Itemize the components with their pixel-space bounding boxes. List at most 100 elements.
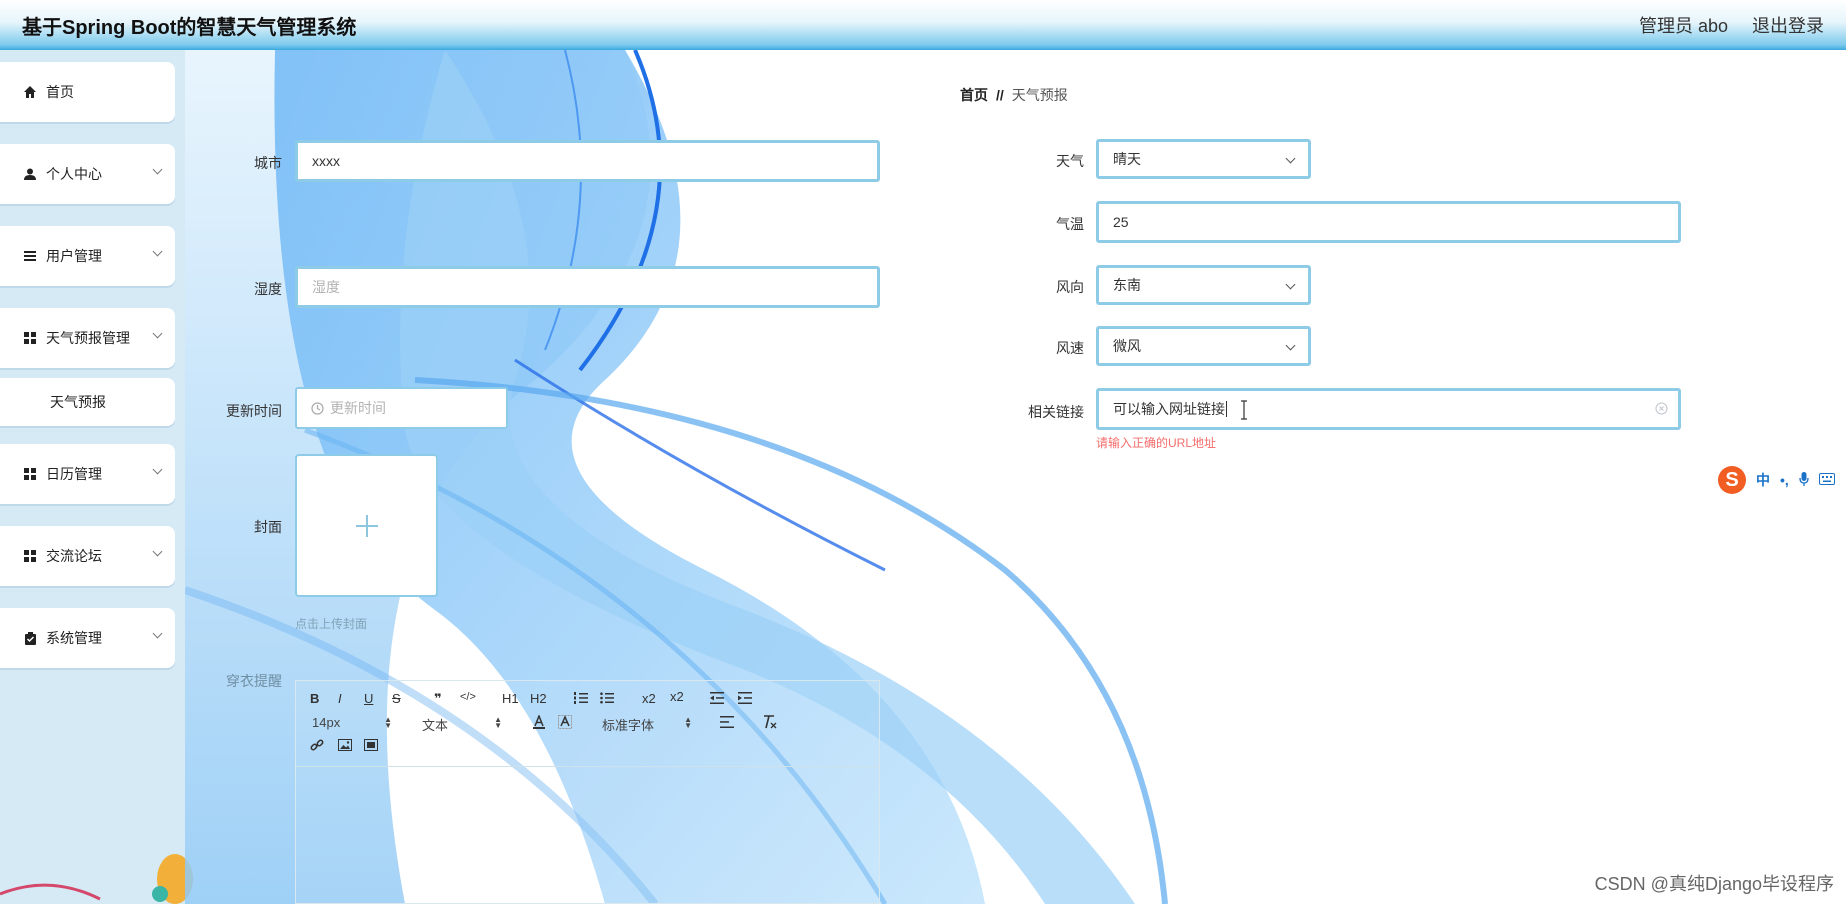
city-input[interactable]: xxxx xyxy=(295,140,880,182)
clock-icon xyxy=(311,401,324,415)
video-icon[interactable] xyxy=(364,739,378,754)
temperature-value: 25 xyxy=(1113,214,1129,230)
microphone-icon[interactable] xyxy=(1799,471,1809,489)
sidebar-item-label: 日历管理 xyxy=(46,466,102,482)
logout-button[interactable]: 退出登录 xyxy=(1752,12,1824,38)
outdent-icon[interactable] xyxy=(710,692,724,707)
link-input[interactable]: 可以输入网址链接 xyxy=(1096,388,1681,430)
wind-speed-value: 微风 xyxy=(1113,338,1141,354)
watermark: CSDN @真纯Django毕设程序 xyxy=(1594,874,1834,894)
user-name[interactable]: 管理员 abo xyxy=(1639,12,1728,38)
link-error: 请输入正确的URL地址 xyxy=(1096,436,1217,450)
up-down-icon: ▲ ▼ xyxy=(494,715,502,730)
font-family-value: 标准字体 xyxy=(602,718,655,733)
city-label: 城市 xyxy=(254,155,282,171)
font-family-select[interactable]: 标准字体 ▲ ▼ xyxy=(602,715,692,734)
punctuation-icon[interactable]: •, xyxy=(1780,472,1789,488)
italic-button[interactable]: I xyxy=(338,691,342,706)
sidebar-item-calendar[interactable]: 日历管理 xyxy=(0,444,175,504)
font-size-select[interactable]: 14px ▲ ▼ xyxy=(312,715,392,730)
sidebar-subitem-weather-forecast[interactable]: 天气预报 xyxy=(0,378,175,426)
app-title: 基于Spring Boot的智慧天气管理系统 xyxy=(22,16,357,39)
weather-select[interactable]: 晴天 xyxy=(1096,139,1311,179)
update-time-placeholder: 更新时间 xyxy=(330,400,386,416)
chevron-down-icon xyxy=(1285,279,1296,290)
clipboard-icon xyxy=(22,631,38,645)
sidebar: 首页 个人中心 用户管理 天气预报管理 天气预报 日历管理 交流论坛 系统管理 xyxy=(0,50,193,904)
subscript-button[interactable]: x2 xyxy=(642,691,656,706)
ime-toolbar[interactable]: S 中 •, xyxy=(1712,463,1846,497)
wind-direction-label: 风向 xyxy=(1056,279,1084,295)
wind-speed-select[interactable]: 微风 xyxy=(1096,326,1311,366)
chevron-down-icon xyxy=(152,464,163,475)
h2-button[interactable]: H2 xyxy=(530,691,547,706)
sidebar-item-weather-forecast-mgmt[interactable]: 天气预报管理 xyxy=(0,308,175,368)
text-type-select[interactable]: 文本 ▲ ▼ xyxy=(422,715,502,734)
sidebar-item-label: 交流论坛 xyxy=(46,548,102,564)
user-icon xyxy=(22,168,38,180)
city-value: xxxx xyxy=(312,153,340,169)
chevron-down-icon xyxy=(152,546,163,557)
update-time-label: 更新时间 xyxy=(226,403,282,419)
cover-upload[interactable] xyxy=(295,454,438,597)
ime-mode[interactable]: 中 xyxy=(1756,470,1770,490)
breadcrumb: 首页 // 天气预报 xyxy=(960,85,1068,105)
list-icon xyxy=(22,251,38,261)
underline-button[interactable]: U xyxy=(364,691,373,706)
image-icon[interactable] xyxy=(338,739,352,754)
humidity-input[interactable]: 湿度 xyxy=(295,266,880,308)
top-bar: 基于Spring Boot的智慧天气管理系统 管理员 abo 退出登录 xyxy=(0,0,1846,50)
top-right-actions: 管理员 abo 退出登录 xyxy=(1639,12,1824,38)
sidebar-item-label: 天气预报管理 xyxy=(46,330,130,346)
up-down-icon: ▲ ▼ xyxy=(384,715,392,730)
text-cursor-icon xyxy=(1241,400,1247,420)
sidebar-item-users[interactable]: 用户管理 xyxy=(0,226,175,286)
temperature-label: 气温 xyxy=(1056,216,1084,232)
h1-button[interactable]: H1 xyxy=(502,691,519,706)
sidebar-item-label: 个人中心 xyxy=(46,166,102,182)
chevron-down-icon xyxy=(152,328,163,339)
indent-icon[interactable] xyxy=(738,692,752,707)
editor-toolbar: B I U S ❞ </> H1 H2 x2 x2 14px ▲ ▼ 文本 ▲ ▼ xyxy=(296,681,881,767)
font-color-icon[interactable] xyxy=(532,713,546,732)
clear-format-icon[interactable] xyxy=(762,715,777,732)
blockquote-button[interactable]: ❞ xyxy=(434,691,442,707)
plus-icon xyxy=(355,514,378,537)
breadcrumb-current: 天气预报 xyxy=(1011,87,1068,103)
text-type-value: 文本 xyxy=(422,718,449,733)
up-down-icon: ▲ ▼ xyxy=(684,715,692,730)
sidebar-item-profile[interactable]: 个人中心 xyxy=(0,144,175,204)
sidebar-item-home[interactable]: 首页 xyxy=(0,62,175,122)
cover-label: 封面 xyxy=(254,519,282,535)
dress-tip-label: 穿衣提醒 xyxy=(226,673,282,689)
breadcrumb-home[interactable]: 首页 xyxy=(960,85,988,105)
background-color-icon[interactable] xyxy=(558,715,572,732)
wind-direction-select[interactable]: 东南 xyxy=(1096,265,1311,305)
bold-button[interactable]: B xyxy=(310,691,319,706)
link-icon[interactable] xyxy=(310,739,324,756)
sidebar-item-forum[interactable]: 交流论坛 xyxy=(0,526,175,586)
sogou-logo: S xyxy=(1718,466,1746,494)
align-icon[interactable] xyxy=(720,716,734,731)
bullet-list-icon[interactable] xyxy=(600,692,614,707)
strike-button[interactable]: S xyxy=(392,691,401,706)
cover-upload-hint: 点击上传封面 xyxy=(295,617,368,631)
update-time-picker[interactable]: 更新时间 xyxy=(295,387,508,429)
code-button[interactable]: </> xyxy=(460,691,476,703)
superscript-button[interactable]: x2 xyxy=(670,689,684,704)
keyboard-icon[interactable] xyxy=(1818,472,1835,488)
home-icon xyxy=(22,86,38,98)
rich-text-editor[interactable]: B I U S ❞ </> H1 H2 x2 x2 14px ▲ ▼ 文本 ▲ ▼ xyxy=(295,680,881,904)
sidebar-item-label: 天气预报 xyxy=(50,394,106,410)
ordered-list-icon[interactable] xyxy=(574,692,588,707)
temperature-input[interactable]: 25 xyxy=(1096,201,1681,243)
clear-icon[interactable] xyxy=(1655,402,1668,415)
wind-direction-value: 东南 xyxy=(1113,277,1141,293)
chevron-down-icon xyxy=(152,628,163,639)
chevron-down-icon xyxy=(1285,340,1296,351)
chevron-down-icon xyxy=(152,164,163,175)
link-label: 相关链接 xyxy=(1028,404,1084,420)
sidebar-item-label: 系统管理 xyxy=(46,630,102,646)
sidebar-item-system[interactable]: 系统管理 xyxy=(0,608,175,668)
text-caret xyxy=(1226,401,1227,417)
